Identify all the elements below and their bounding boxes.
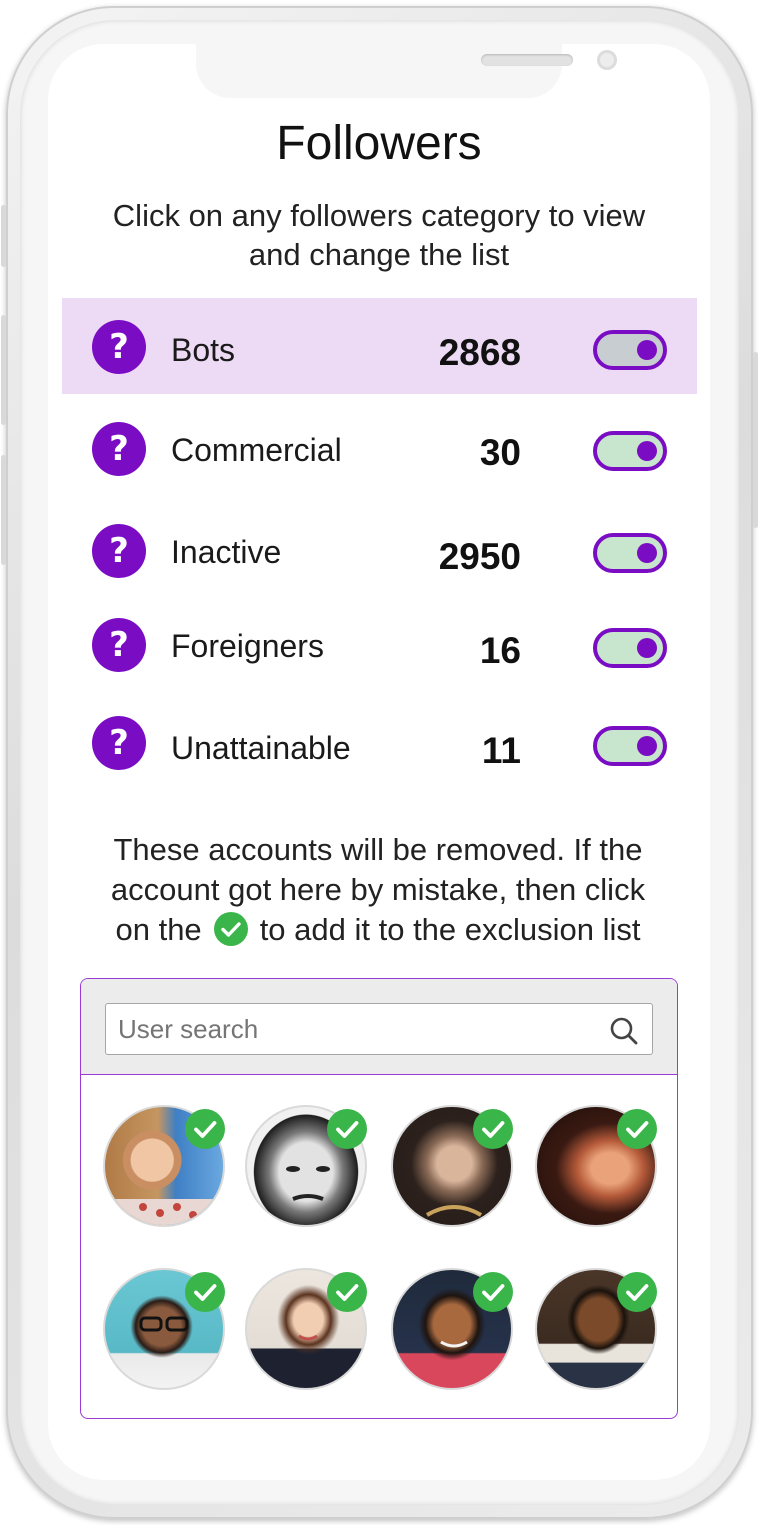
category-label: Bots [171, 332, 236, 368]
user-search-input[interactable] [105, 1003, 653, 1055]
side-button-left-middle [1, 315, 6, 425]
notice-line-2: account got here by mistake, then click [110, 872, 646, 907]
notch [196, 44, 617, 98]
category-row-bots[interactable]: ? Bots 2868 [62, 298, 697, 394]
question-mark-icon[interactable]: ? [92, 716, 146, 770]
category-row-inactive[interactable]: ? Inactive 2950 [62, 502, 697, 598]
notice-line-3-before: on the [115, 912, 202, 947]
notice-line-3-after: to add it to the exclusion list [259, 912, 641, 947]
page-subtitle: Click on any followers category to view … [112, 198, 646, 272]
search-icon[interactable] [609, 1016, 639, 1051]
toggle-knob [637, 340, 657, 360]
question-mark-icon[interactable]: ? [92, 524, 146, 578]
side-button-right [753, 352, 758, 528]
green-check-icon [213, 912, 248, 946]
green-check-icon[interactable] [185, 1272, 225, 1312]
side-button-left-top [1, 205, 6, 267]
category-toggle[interactable] [593, 533, 667, 573]
front-camera [597, 50, 617, 70]
category-label: Commercial [171, 432, 342, 468]
toggle-knob [637, 543, 657, 563]
green-check-icon[interactable] [617, 1272, 657, 1312]
category-toggle[interactable] [593, 330, 667, 370]
category-count: 16 [479, 630, 521, 671]
category-label: Foreigners [171, 628, 324, 664]
notice-line-1: These accounts will be removed. If the [113, 832, 643, 867]
toggle-knob [637, 638, 657, 658]
question-mark-icon[interactable]: ? [92, 618, 146, 672]
category-row-unattainable[interactable]: ? Unattainable 11 [62, 696, 697, 792]
phone-screen: Followers Click on any followers categor… [48, 44, 710, 1480]
toggle-knob [637, 441, 657, 461]
question-mark-icon[interactable]: ? [92, 320, 146, 374]
toggle-knob [637, 736, 657, 756]
category-count: 30 [479, 432, 521, 473]
green-check-icon[interactable] [473, 1272, 513, 1312]
green-check-icon[interactable] [327, 1272, 367, 1312]
search-bar-area [81, 979, 677, 1075]
page-title: Followers [276, 117, 482, 170]
green-check-icon[interactable] [617, 1109, 657, 1149]
category-count: 2868 [438, 332, 521, 373]
category-label: Unattainable [171, 730, 351, 766]
category-toggle[interactable] [593, 628, 667, 668]
category-label: Inactive [171, 534, 282, 570]
category-count: 2950 [438, 536, 521, 577]
category-row-foreigners[interactable]: ? Foreigners 16 [62, 598, 697, 694]
category-toggle[interactable] [593, 726, 667, 766]
excluded-accounts-panel [80, 978, 678, 1419]
green-check-icon[interactable] [327, 1109, 367, 1149]
question-mark-icon[interactable]: ? [92, 422, 146, 476]
category-count: 11 [481, 730, 521, 771]
category-toggle[interactable] [593, 431, 667, 471]
notice-line-3: on the to add it to the exclusion list [78, 910, 678, 950]
side-button-left-bottom [1, 455, 6, 565]
removal-notice: These accounts will be removed. If the a… [78, 830, 678, 950]
green-check-icon[interactable] [473, 1109, 513, 1149]
category-row-commercial[interactable]: ? Commercial 30 [62, 398, 697, 494]
speaker-grille [481, 54, 573, 66]
green-check-icon[interactable] [185, 1109, 225, 1149]
